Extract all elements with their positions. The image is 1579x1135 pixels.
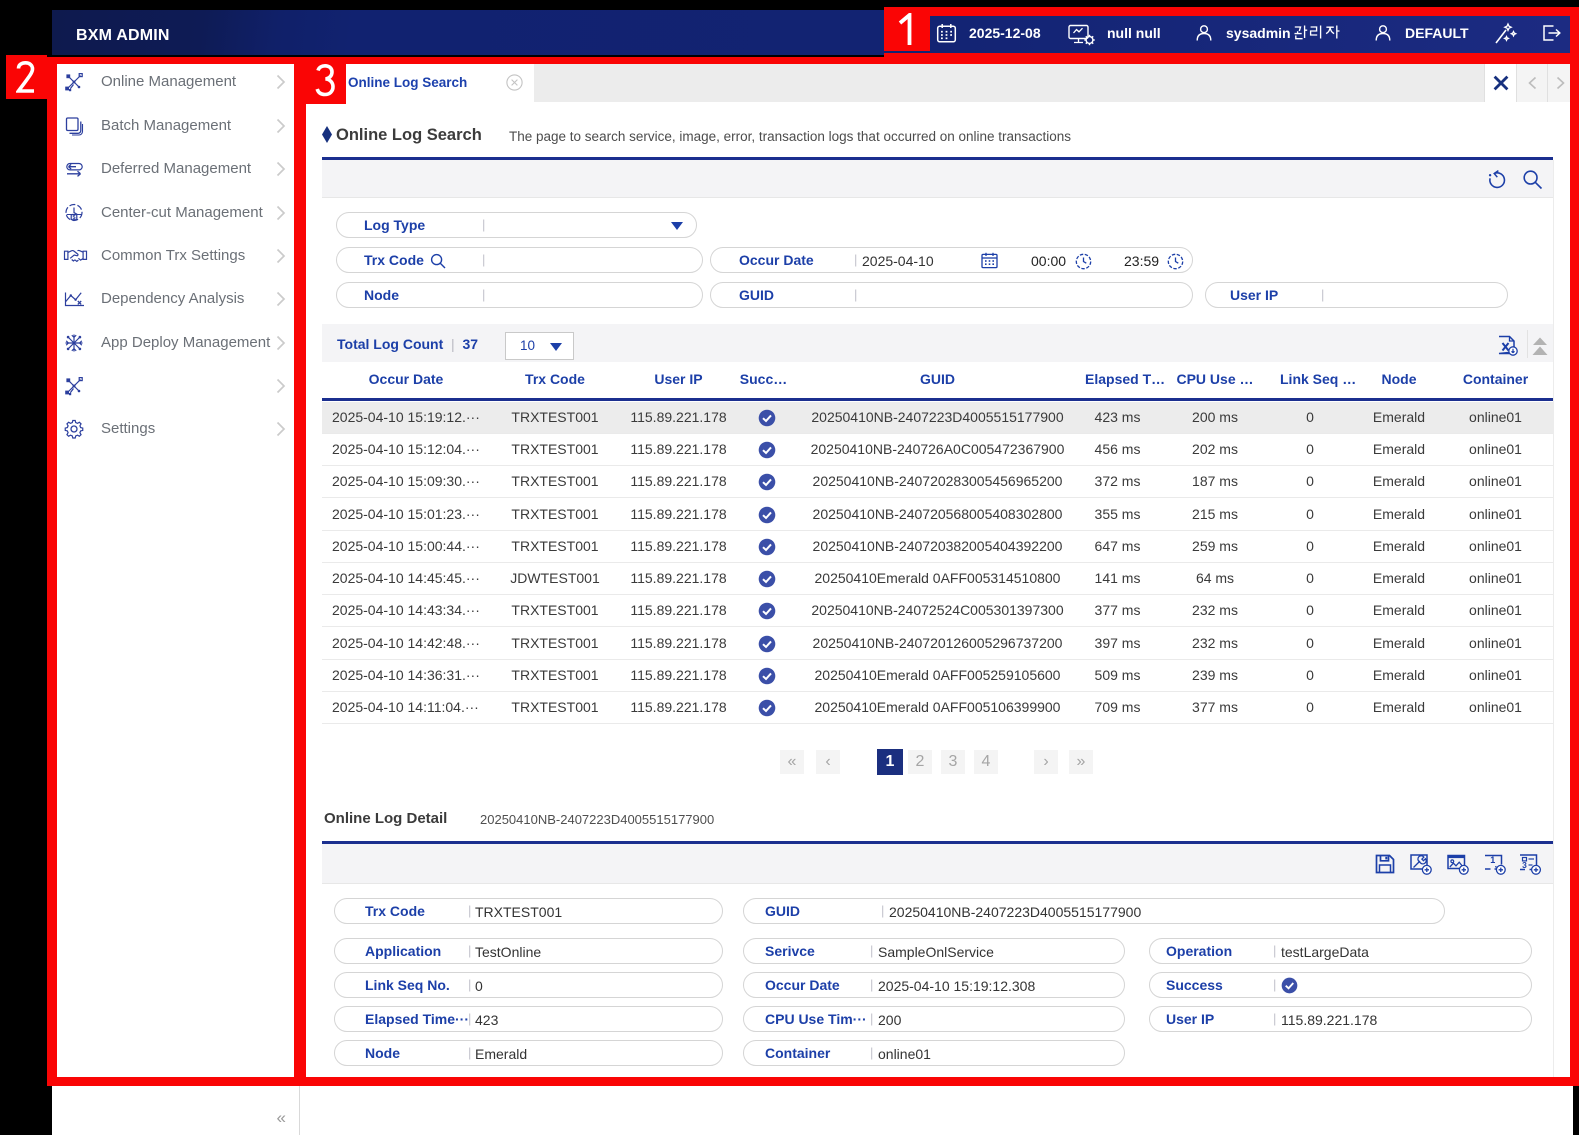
svg-text:$: $ xyxy=(72,215,75,221)
svg-text:3: 3 xyxy=(1522,860,1527,870)
svg-text:1: 1 xyxy=(1490,855,1495,865)
